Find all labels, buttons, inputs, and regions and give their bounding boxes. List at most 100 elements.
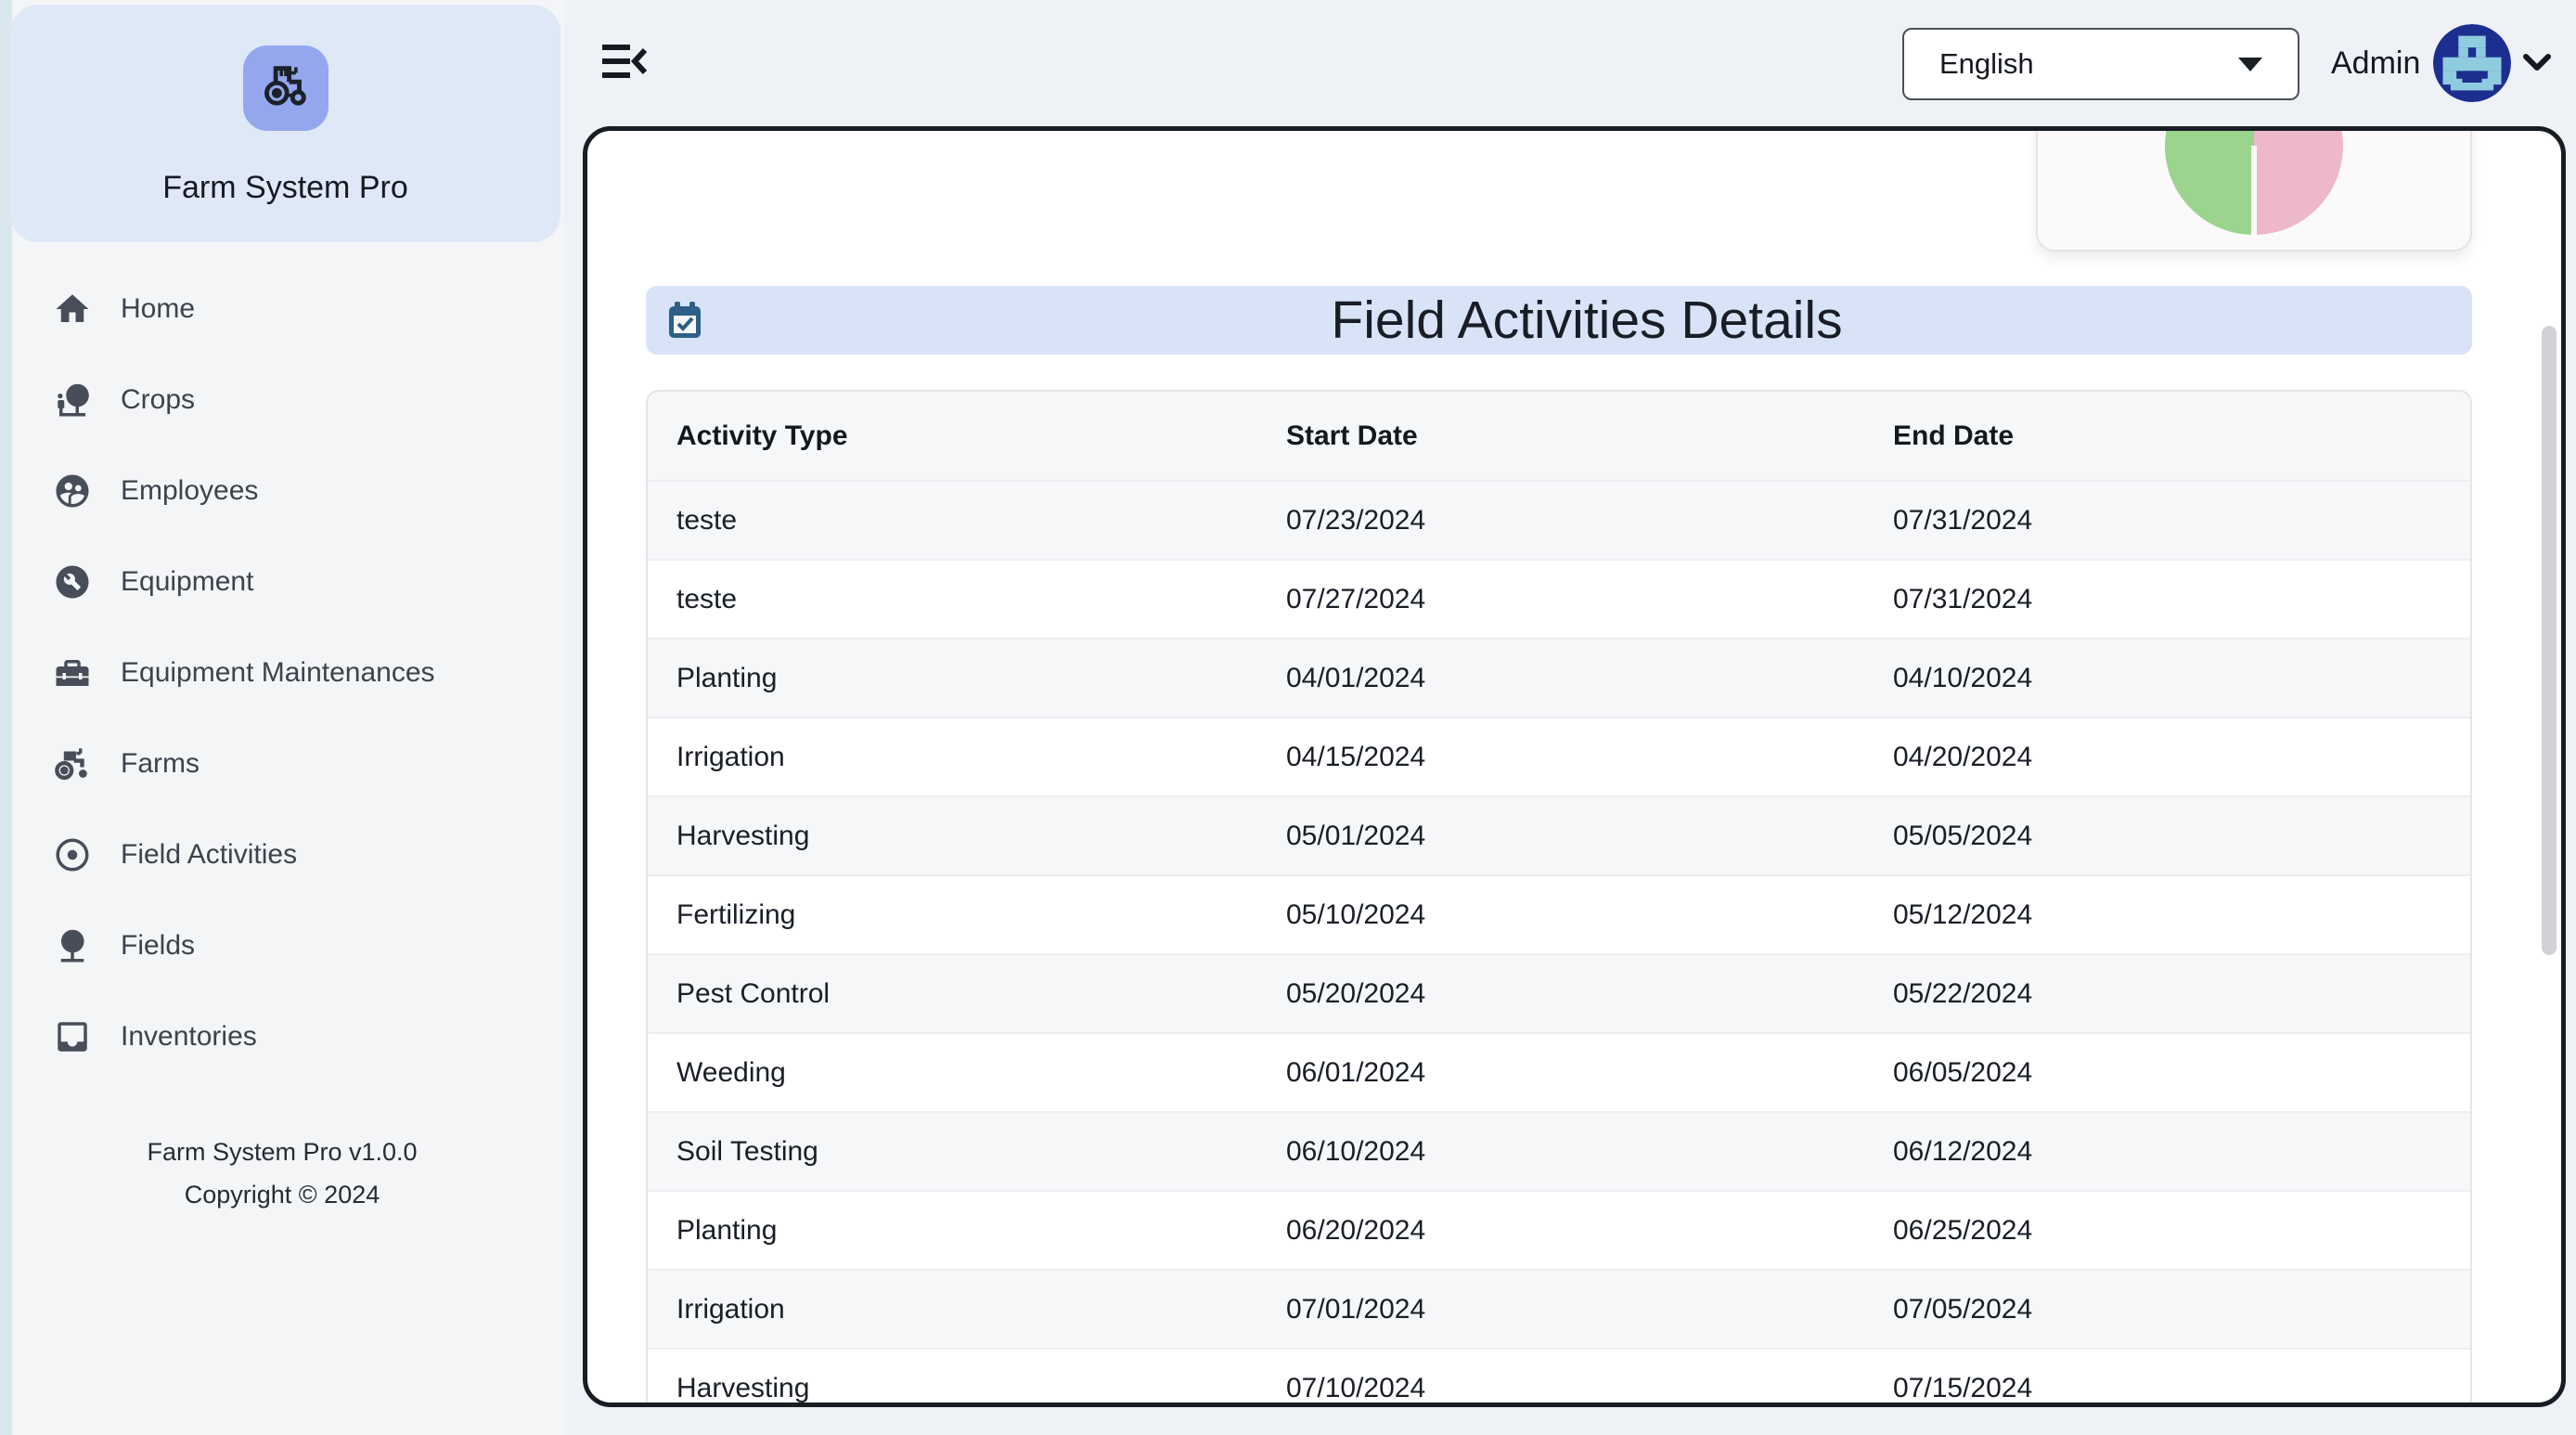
cell-end-date: 04/20/2024 — [1864, 718, 2470, 796]
home-icon — [52, 289, 93, 330]
cell-start-date: 06/01/2024 — [1257, 1033, 1864, 1112]
cell-start-date: 04/01/2024 — [1257, 639, 1864, 718]
table-row: Harvesting 07/10/2024 07/15/2024 — [648, 1349, 2470, 1407]
cell-activity-type: teste — [648, 481, 1257, 560]
table-row: teste 07/27/2024 07/31/2024 — [648, 560, 2470, 639]
avatar[interactable] — [2433, 24, 2511, 102]
cell-activity-type: Pest Control — [648, 954, 1257, 1033]
sidebar-item-equipment[interactable]: Equipment — [0, 537, 564, 627]
table-row: Fertilizing 05/10/2024 05/12/2024 — [648, 875, 2470, 954]
app-version: Farm System Pro v1.0.0 — [0, 1138, 564, 1167]
cell-activity-type: Planting — [648, 1191, 1257, 1270]
cell-start-date: 06/20/2024 — [1257, 1191, 1864, 1270]
pie-chart — [2165, 126, 2343, 235]
copyright: Copyright © 2024 — [0, 1181, 564, 1209]
sidebar-nav: Home Crops Employees Equipment Equipment… — [0, 264, 564, 1082]
cell-activity-type: Harvesting — [648, 796, 1257, 875]
cell-activity-type: Soil Testing — [648, 1112, 1257, 1191]
cell-start-date: 07/10/2024 — [1257, 1349, 1864, 1407]
sidebar-item-label: Farms — [121, 748, 200, 780]
cell-end-date: 04/10/2024 — [1864, 639, 2470, 718]
users-circle-icon — [52, 471, 93, 511]
table-row: Planting 04/01/2024 04/10/2024 — [648, 639, 2470, 718]
cell-end-date: 06/25/2024 — [1864, 1191, 2470, 1270]
cell-activity-type: Planting — [648, 639, 1257, 718]
cell-end-date: 07/05/2024 — [1864, 1270, 2470, 1349]
table-row: teste 07/23/2024 07/31/2024 — [648, 481, 2470, 560]
target-circle-icon — [52, 834, 93, 875]
sidebar-item-label: Field Activities — [121, 839, 297, 871]
table-row: Soil Testing 06/10/2024 06/12/2024 — [648, 1112, 2470, 1191]
cell-end-date: 05/05/2024 — [1864, 796, 2470, 875]
table-row: Pest Control 05/20/2024 05/22/2024 — [648, 954, 2470, 1033]
vertical-scrollbar-thumb[interactable] — [2542, 326, 2557, 955]
sidebar-item-label: Employees — [121, 475, 258, 507]
sidebar-item-home[interactable]: Home — [0, 264, 564, 355]
topbar: English Admin — [564, 0, 2576, 126]
cell-activity-type: Harvesting — [648, 1349, 1257, 1407]
select-dropdown-arrow-icon — [2238, 58, 2262, 71]
sidebar: Farm System Pro Home Crops Employees Equ… — [0, 0, 564, 1435]
toolbox-icon — [52, 653, 93, 693]
app-logo-tile — [243, 45, 328, 131]
tree-icon — [52, 925, 93, 966]
sidebar-item-equipment-maintenances[interactable]: Equipment Maintenances — [0, 627, 564, 718]
table-row: Irrigation 04/15/2024 04/20/2024 — [648, 718, 2470, 796]
language-selected-value: English — [1939, 47, 2238, 81]
cell-start-date: 04/15/2024 — [1257, 718, 1864, 796]
cell-activity-type: Fertilizing — [648, 875, 1257, 954]
brand-card: Farm System Pro — [10, 5, 560, 242]
sidebar-item-farms[interactable]: Farms — [0, 718, 564, 809]
cell-activity-type: teste — [648, 560, 1257, 639]
sidebar-item-crops[interactable]: Crops — [0, 355, 564, 446]
cell-end-date: 07/15/2024 — [1864, 1349, 2470, 1407]
cell-start-date: 07/23/2024 — [1257, 481, 1864, 560]
cell-activity-type: Irrigation — [648, 1270, 1257, 1349]
table-row: Weeding 06/01/2024 06/05/2024 — [648, 1033, 2470, 1112]
cell-start-date: 07/01/2024 — [1257, 1270, 1864, 1349]
sidebar-collapse-button[interactable] — [601, 43, 648, 84]
sidebar-item-label: Equipment — [121, 566, 253, 598]
cell-end-date: 06/12/2024 — [1864, 1112, 2470, 1191]
page-title: Field Activities Details — [702, 290, 2472, 351]
app-title: Farm System Pro — [10, 170, 560, 206]
cell-end-date: 07/31/2024 — [1864, 481, 2470, 560]
column-header-start-date: Start Date — [1257, 392, 1864, 481]
sidebar-item-fields[interactable]: Fields — [0, 900, 564, 991]
menu-fold-icon — [602, 43, 647, 84]
cell-activity-type: Weeding — [648, 1033, 1257, 1112]
sidebar-item-employees[interactable]: Employees — [0, 446, 564, 537]
calendar-check-icon — [668, 302, 702, 339]
language-select[interactable]: English — [1902, 28, 2299, 100]
sidebar-item-inventories[interactable]: Inventories — [0, 991, 564, 1082]
column-header-end-date: End Date — [1864, 392, 2470, 481]
user-menu: Admin — [2331, 0, 2552, 126]
cell-end-date: 06/05/2024 — [1864, 1033, 2470, 1112]
chevron-down-icon[interactable] — [2522, 53, 2552, 73]
sidebar-item-label: Equipment Maintenances — [121, 657, 435, 689]
user-name-label: Admin — [2331, 45, 2420, 82]
cell-start-date: 05/10/2024 — [1257, 875, 1864, 954]
cell-start-date: 05/01/2024 — [1257, 796, 1864, 875]
sidebar-footer: Farm System Pro v1.0.0 Copyright © 2024 — [0, 1138, 564, 1209]
activities-chart-card — [2036, 126, 2472, 252]
cell-end-date: 05/12/2024 — [1864, 875, 2470, 954]
cell-end-date: 05/22/2024 — [1864, 954, 2470, 1033]
wrench-circle-icon — [52, 562, 93, 602]
tractor-icon — [52, 743, 93, 784]
cell-start-date: 06/10/2024 — [1257, 1112, 1864, 1191]
main-content-card: Field Activities Details Activity Type S… — [583, 126, 2566, 1407]
table-row: Harvesting 05/01/2024 05/05/2024 — [648, 796, 2470, 875]
inbox-icon — [52, 1016, 93, 1057]
cell-end-date: 07/31/2024 — [1864, 560, 2470, 639]
tractor-logo-icon — [259, 59, 313, 118]
cell-activity-type: Irrigation — [648, 718, 1257, 796]
column-header-activity-type: Activity Type — [648, 392, 1257, 481]
sidebar-item-label: Crops — [121, 384, 195, 416]
nature-people-icon — [52, 380, 93, 420]
section-header: Field Activities Details — [646, 286, 2472, 355]
sidebar-item-field-activities[interactable]: Field Activities — [0, 809, 564, 900]
table-row: Irrigation 07/01/2024 07/05/2024 — [648, 1270, 2470, 1349]
table-header: Activity Type Start Date End Date — [648, 392, 2470, 481]
sidebar-item-label: Home — [121, 293, 195, 325]
